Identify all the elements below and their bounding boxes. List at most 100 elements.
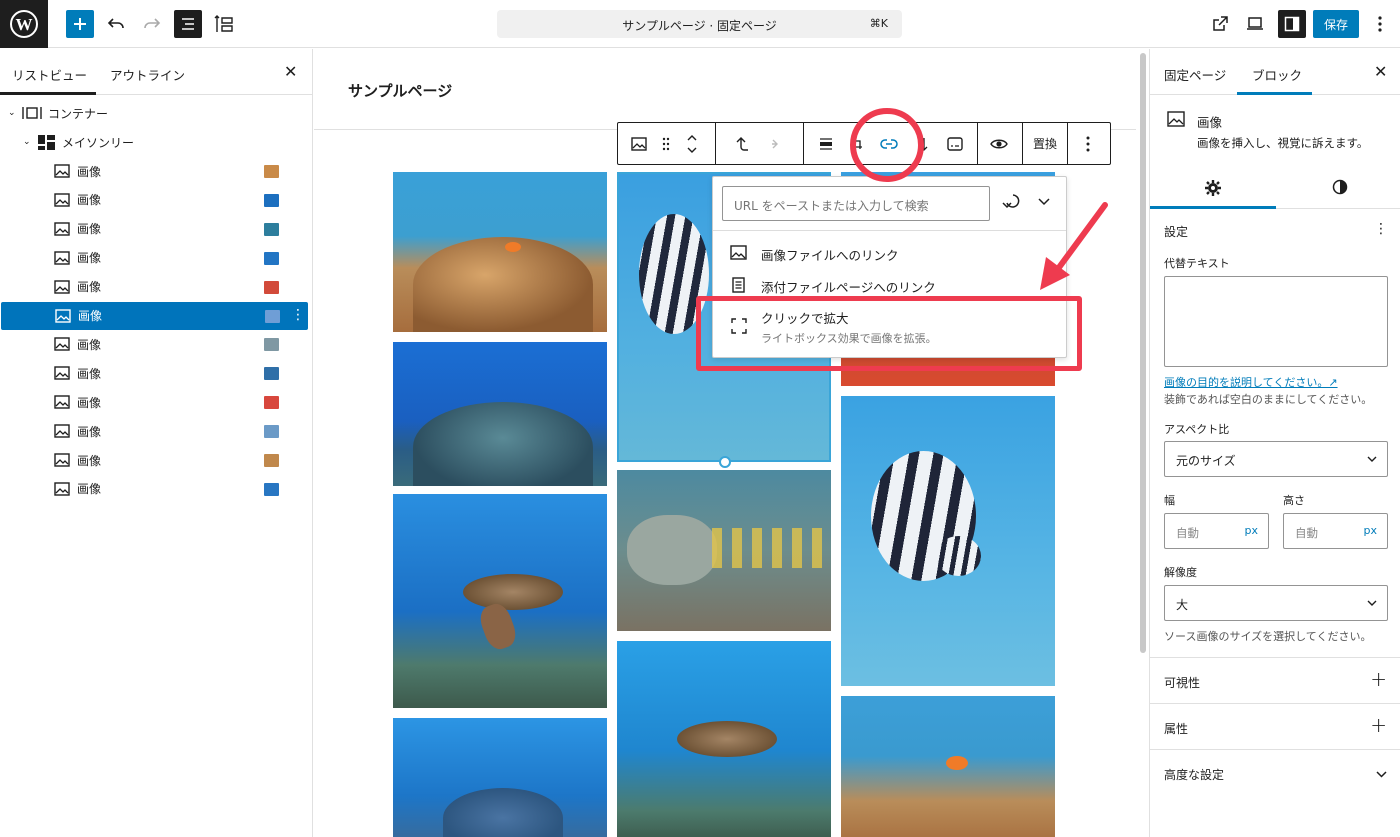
rotate-left-icon[interactable] [730,123,754,164]
list-item-image[interactable]: 画像 [0,446,310,474]
section-visibility[interactable]: 可視性 + [1150,657,1400,703]
close-icon[interactable]: ✕ [284,62,297,81]
list-item-image[interactable]: 画像 [0,244,310,272]
close-icon[interactable]: ✕ [1374,62,1387,81]
chevron-down-icon[interactable] [1376,771,1387,778]
visibility-eye-icon[interactable] [986,123,1012,164]
drag-handle-icon[interactable] [656,123,676,164]
height-input[interactable]: 自動 px [1283,513,1388,549]
list-item-image[interactable]: 画像 [0,330,310,358]
tree-item-masonry[interactable]: ⌄ メイソンリー [0,128,310,156]
plus-icon[interactable]: + [1370,667,1387,691]
link-to-attachment-page-option[interactable]: 添付ファイルページへのリンク [713,272,1066,300]
options-menu-icon[interactable] [1370,12,1390,36]
page-title[interactable]: サンプルページ [348,80,452,101]
list-item-image[interactable]: 画像 [0,359,310,387]
list-item-image[interactable]: 画像 [0,388,310,416]
top-toolbar: W サンプルページ · 固定ページ ⌘K 保存 [0,0,1400,48]
image-thumbnail [264,396,279,410]
alt-help-link[interactable]: 画像の目的を説明してください。↗ [1164,374,1338,390]
list-item-image[interactable]: 画像 [0,475,310,503]
gallery-image-turtle-2[interactable] [617,641,831,837]
width-unit[interactable]: px [1245,524,1259,537]
option-title: 画像ファイルへのリンク [761,248,899,263]
align-icon[interactable] [814,123,838,164]
image-block-icon[interactable] [626,123,652,164]
section-advanced[interactable]: 高度な設定 [1150,749,1400,795]
gallery-image-fish[interactable] [841,396,1055,686]
alt-text-field[interactable] [1164,276,1388,367]
block-description: 画像を挿入し、視覚に訴えます。 [1197,136,1369,150]
list-item-image[interactable]: 画像 [0,273,310,301]
text-overlay-icon[interactable] [912,123,936,164]
scrollbar-thumb[interactable] [1140,53,1146,653]
view-external-icon[interactable] [1208,12,1232,36]
url-search-input[interactable]: URL をペーストまたは入力して検索 [722,186,990,221]
link-icon[interactable] [876,123,902,164]
expand-on-click-option[interactable]: クリックで拡大 ライトボックス効果で画像を拡張。 [713,305,1066,355]
gallery-image-coral[interactable] [393,342,607,486]
move-up-down-icon[interactable] [682,123,702,164]
gallery-image-turtle[interactable] [393,494,607,708]
list-item-image[interactable]: 画像 ⋮ [1,301,308,330]
add-block-button[interactable] [66,10,94,38]
gallery-image-reef-2[interactable] [841,696,1055,837]
redo-icon[interactable] [140,12,164,36]
list-view-toggle-icon[interactable] [174,10,202,38]
resolution-label: 解像度 [1164,566,1197,579]
submit-link-icon[interactable] [1001,193,1021,215]
gear-icon[interactable] [1205,180,1221,196]
resize-handle[interactable] [719,456,731,468]
tab-page[interactable]: 固定ページ [1164,65,1226,84]
styles-contrast-icon[interactable] [1332,179,1348,195]
image-icon [54,250,70,265]
aspect-ratio-label: アスペクト比 [1164,423,1230,436]
crop-icon[interactable] [846,123,868,164]
caption-icon[interactable] [943,123,967,164]
tree-item-container[interactable]: ⌄ コンテナー [0,99,310,127]
block-name: 画像 [1197,115,1223,130]
editor-canvas[interactable]: サンプルページ [314,49,1136,837]
image-thumbnail [264,280,279,294]
section-title: 可視性 [1164,676,1201,690]
device-preview-icon[interactable] [1243,12,1267,36]
resolution-select[interactable]: 大 [1164,585,1388,621]
list-item-label: 画像 [77,164,102,179]
canvas-scrollbar[interactable] [1137,49,1149,837]
aspect-ratio-select[interactable]: 元のサイズ [1164,441,1388,477]
list-item-image[interactable]: 画像 [0,417,310,445]
resolution-help: ソース画像のサイズを選択してください。 [1164,630,1372,643]
tab-outline[interactable]: アウトライン [110,65,185,84]
command-palette[interactable]: サンプルページ · 固定ページ ⌘K [497,10,902,38]
list-item-image[interactable]: 画像 [0,186,310,214]
wordpress-logo-icon[interactable]: W [0,0,48,48]
gallery-image-rocks[interactable] [393,718,607,837]
link-to-image-file-option[interactable]: 画像ファイルへのリンク [713,240,1066,268]
height-unit[interactable]: px [1364,524,1378,537]
document-overview-icon[interactable] [211,11,237,37]
section-attributes[interactable]: 属性 + [1150,703,1400,749]
image-block-icon [1167,111,1185,127]
tab-list-view[interactable]: リストビュー [12,65,87,84]
replace-button[interactable]: 置換 [1023,123,1067,164]
rotate-right-icon[interactable] [764,123,788,164]
tab-block[interactable]: ブロック [1252,65,1302,84]
settings-sidebar-icon[interactable] [1278,10,1306,38]
gallery-image-school-fish[interactable] [617,470,831,631]
plus-icon[interactable]: + [1370,713,1387,737]
more-options-icon[interactable] [1076,123,1100,164]
save-button[interactable]: 保存 [1313,10,1359,38]
masonry-icon [38,134,55,150]
chevron-down-icon[interactable]: ⌄ [8,108,16,118]
list-item-image[interactable]: 画像 [0,215,310,243]
settings-options-icon[interactable]: ⋮ [1374,221,1388,237]
gallery-image-reef[interactable] [393,172,607,332]
list-item-image[interactable]: 画像 [0,157,310,185]
block-toolbar: 置換 [617,122,1111,165]
item-options-icon[interactable]: ⋮ [291,307,305,323]
section-title: 高度な設定 [1164,768,1225,782]
chevron-down-icon[interactable]: ⌄ [23,137,31,147]
undo-icon[interactable] [104,12,128,36]
image-thumbnail [264,165,279,178]
width-input[interactable]: 自動 px [1164,513,1269,549]
